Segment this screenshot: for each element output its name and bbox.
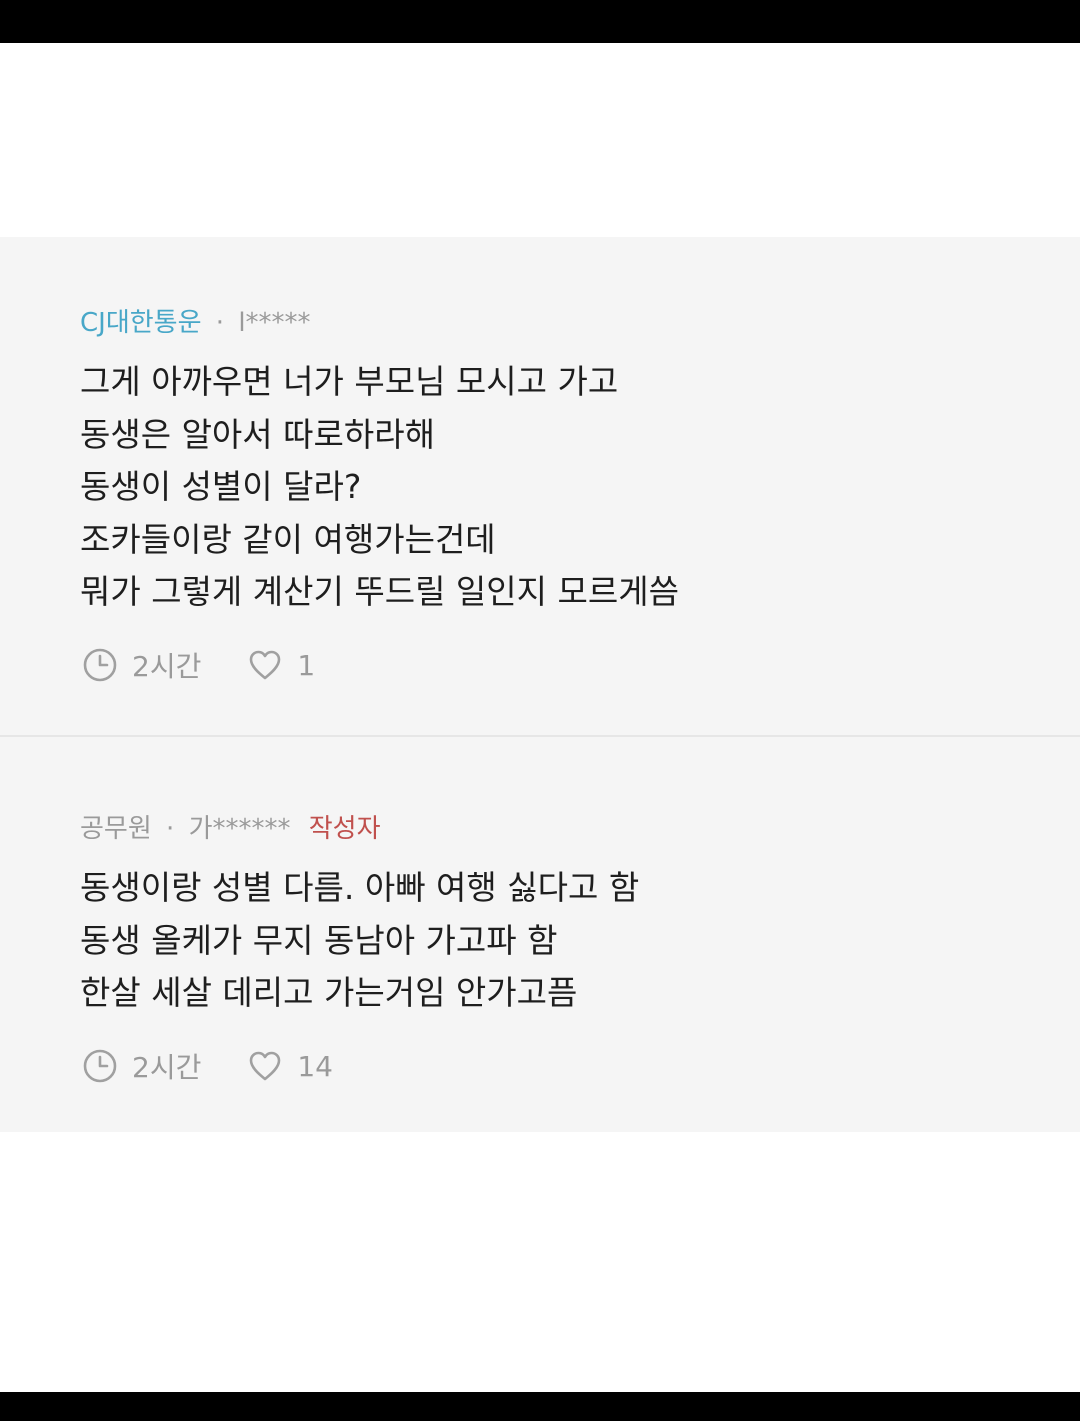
comment-meta: CJ대한통운 · l***** — [80, 306, 311, 340]
comment-line: 동생 올케가 무지 동남아 가고파 함 — [80, 920, 558, 960]
author-badge: 작성자 — [308, 814, 381, 844]
like-count: 14 — [297, 1049, 333, 1083]
clock-icon — [82, 647, 118, 683]
company-name[interactable]: 공무원 — [80, 814, 152, 844]
comment-line: 동생이 성별이 달라? — [80, 467, 362, 506]
meta-separator: · — [166, 814, 175, 844]
top-black-bar — [0, 0, 1080, 43]
clock-icon — [82, 1048, 118, 1084]
comment-time: 2시간 — [132, 1051, 202, 1084]
username: l***** — [238, 308, 311, 338]
comment-line: 동생은 알아서 따로하라해 — [80, 414, 435, 454]
comment-body: 동생이랑 성별 다름. 아빠 여행 싫다고 함 동생 올케가 무지 동남아 가고… — [80, 862, 639, 1020]
comment-line: 한살 세살 데리고 가는거임 안가고픔 — [80, 973, 578, 1012]
comment-meta: 공무원 · 가****** 작성자 — [80, 812, 381, 846]
comment-body: 그게 아까우면 너가 부모님 모시고 가고 동생은 알아서 따로하라해 동생이 … — [80, 356, 679, 619]
comment-card: CJ대한통운 · l***** 그게 아까우면 너가 부모님 모시고 가고 동생… — [0, 237, 1080, 735]
heart-icon — [247, 1048, 283, 1084]
like-count: 1 — [297, 648, 316, 682]
like-button[interactable]: 14 — [247, 1048, 333, 1084]
comment-line: 동생이랑 성별 다름. 아빠 여행 싫다고 함 — [80, 868, 640, 907]
comment-footer: 2시간 14 — [82, 1046, 333, 1086]
bottom-black-bar — [0, 1392, 1080, 1421]
meta-separator: · — [215, 308, 225, 338]
username: 가****** — [188, 814, 291, 844]
comment-line: 그게 아까우면 너가 부모님 모시고 가고 — [80, 362, 619, 401]
comment-time: 2시간 — [132, 650, 202, 683]
comment-line: 조카들이랑 같이 여행가는건데 — [80, 519, 496, 559]
company-name[interactable]: CJ대한통운 — [80, 308, 202, 338]
like-button[interactable]: 1 — [247, 647, 315, 683]
comment-card: 공무원 · 가****** 작성자 동생이랑 성별 다름. 아빠 여행 싫다고 … — [0, 737, 1080, 1132]
heart-icon — [247, 647, 283, 683]
comment-footer: 2시간 1 — [82, 645, 315, 685]
comment-line: 뭐가 그렇게 계산기 뚜드릴 일인지 모르게씀 — [80, 572, 679, 611]
